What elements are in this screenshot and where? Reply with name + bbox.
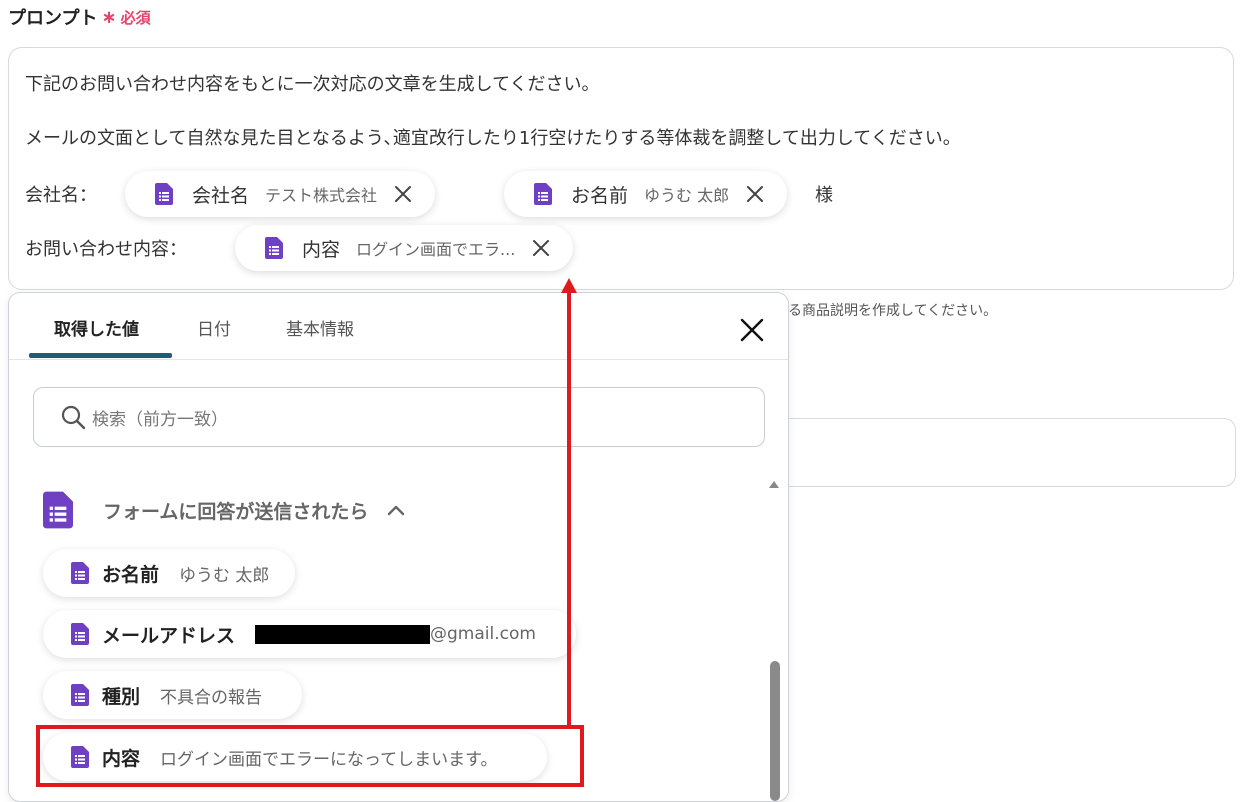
form-document-icon xyxy=(534,183,552,205)
close-icon[interactable] xyxy=(745,184,765,204)
form-document-icon xyxy=(155,183,173,205)
close-icon[interactable] xyxy=(531,238,551,258)
form-document-icon xyxy=(43,491,73,529)
chevron-up-icon[interactable] xyxy=(386,503,406,517)
search-placeholder: 検索（前方一致） xyxy=(92,409,228,430)
tag-value: ゆうむ 太郎 xyxy=(644,186,730,205)
required-asterisk: ∗ xyxy=(101,6,117,28)
prompt-editor[interactable]: 下記のお問い合わせ内容をもとに一次対応の文章を生成してください。 メールの文面と… xyxy=(8,47,1234,290)
inquiry-label: お問い合わせ内容： xyxy=(25,239,187,260)
value-item-category[interactable]: 種別 不具合の報告 xyxy=(43,671,303,719)
scroll-up-arrow-icon[interactable] xyxy=(769,481,779,488)
search-input[interactable]: 検索（前方一致） xyxy=(33,387,765,447)
value-item-email[interactable]: メールアドレス @gmail.com xyxy=(43,610,576,658)
tab-retrieved-values[interactable]: 取得した値 xyxy=(54,315,139,340)
secondary-input[interactable] xyxy=(760,418,1236,487)
search-icon xyxy=(60,404,86,430)
tab-basic-info[interactable]: 基本情報 xyxy=(286,315,354,340)
field-label: プロンプト xyxy=(8,8,98,29)
company-label: 会社名： xyxy=(25,185,97,206)
item-name: メールアドレス xyxy=(102,624,236,647)
tab-date[interactable]: 日付 xyxy=(197,315,231,340)
tag-company[interactable]: 会社名 テスト株式会社 xyxy=(125,171,436,217)
item-value: ゆうむ 太郎 xyxy=(179,565,270,586)
item-value: 不具合の報告 xyxy=(160,687,263,708)
tab-bar: 取得した値 日付 基本情報 xyxy=(9,293,788,360)
close-icon[interactable] xyxy=(739,317,765,343)
redaction-bar xyxy=(255,624,431,644)
tag-value: ログイン画面でエラ... xyxy=(356,240,516,259)
tag-name: 内容 xyxy=(302,238,341,261)
item-name: 種別 xyxy=(102,685,141,708)
hint-text: 作成する商品説明を作成してください。 xyxy=(788,303,998,319)
form-trigger-group-header[interactable]: フォームに回答が送信されたら xyxy=(43,491,406,529)
required-badge: 必須 xyxy=(120,8,151,27)
form-document-icon xyxy=(71,623,89,645)
prompt-label-row: プロンプト ∗ 必須 xyxy=(8,4,151,30)
item-name: お名前 xyxy=(102,563,160,586)
form-document-icon xyxy=(265,237,283,259)
item-value: @gmail.com xyxy=(430,624,536,644)
tag-value: テスト株式会社 xyxy=(265,186,378,205)
annotation-arrowhead xyxy=(561,278,577,293)
prompt-line-1: 下記のお問い合わせ内容をもとに一次対応の文章を生成してください。 xyxy=(25,74,600,95)
annotation-arrow-line xyxy=(567,292,571,727)
tag-name: 会社名 xyxy=(192,184,250,207)
prompt-line-2: メールの文面として自然な見た目となるよう､適宜改行したり1行空けたりする等体裁を… xyxy=(25,128,961,149)
tag-content[interactable]: 内容 ログイン画面でエラ... xyxy=(235,225,574,271)
scrollbar-thumb[interactable] xyxy=(770,661,780,801)
tag-name: お名前 xyxy=(571,184,629,207)
form-document-icon xyxy=(71,684,89,706)
active-tab-indicator xyxy=(29,353,172,358)
honorific-suffix: 様 xyxy=(815,185,833,206)
group-title: フォームに回答が送信されたら xyxy=(103,500,369,523)
tag-name-field[interactable]: お名前 ゆうむ 太郎 xyxy=(504,171,788,217)
form-document-icon xyxy=(71,562,89,584)
close-icon[interactable] xyxy=(393,184,413,204)
annotation-highlight-box xyxy=(36,725,584,787)
value-item-name[interactable]: お名前 ゆうむ 太郎 xyxy=(43,549,296,597)
